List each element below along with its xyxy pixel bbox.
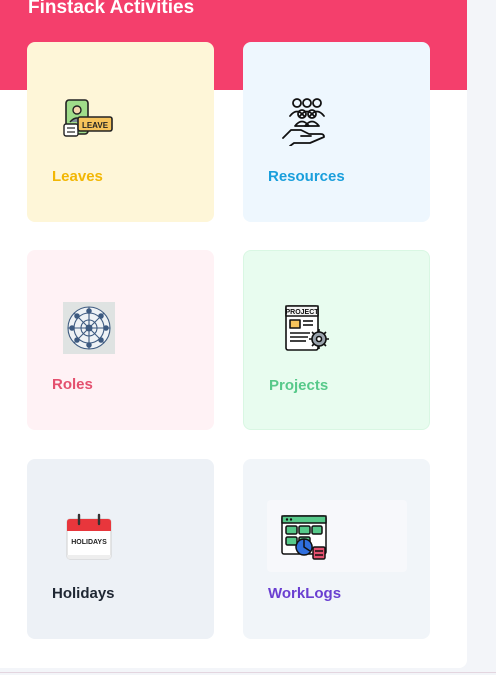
- holidays-badge-text: HOLIDAYS: [71, 539, 107, 546]
- people-in-hand-icon: [279, 94, 331, 146]
- card-label-roles: Roles: [52, 376, 93, 393]
- card-label-projects: Projects: [269, 377, 329, 394]
- network-circle-icon: [63, 302, 115, 354]
- project-document-icon: PROJECT: [280, 303, 332, 355]
- card-label-resources: Resources: [268, 168, 345, 185]
- card-roles[interactable]: Roles: [27, 250, 214, 430]
- card-label-worklogs: WorkLogs: [268, 585, 342, 602]
- card-resources[interactable]: Resources: [243, 42, 430, 222]
- card-label-holidays: Holidays: [52, 585, 115, 602]
- card-holidays[interactable]: HOLIDAYS Holidays: [27, 459, 214, 639]
- bottom-divider: [0, 672, 496, 673]
- leave-certificate-icon: LEAVE: [63, 94, 115, 146]
- worklogs-dashboard-icon: [279, 511, 331, 563]
- leave-badge-text: LEAVE: [82, 121, 109, 130]
- card-worklogs[interactable]: WorkLogs: [243, 459, 430, 639]
- holidays-calendar-icon: HOLIDAYS: [63, 511, 115, 563]
- page-title: Finstack Activities: [28, 0, 195, 18]
- card-leaves[interactable]: LEAVE Leaves: [27, 42, 214, 222]
- card-projects[interactable]: PROJECT Projects: [243, 250, 430, 430]
- activities-panel: Finstack Activities LEAVE Leaves Resourc…: [0, 0, 467, 668]
- project-badge-text: PROJECT: [285, 309, 319, 316]
- card-label-leaves: Leaves: [52, 168, 103, 185]
